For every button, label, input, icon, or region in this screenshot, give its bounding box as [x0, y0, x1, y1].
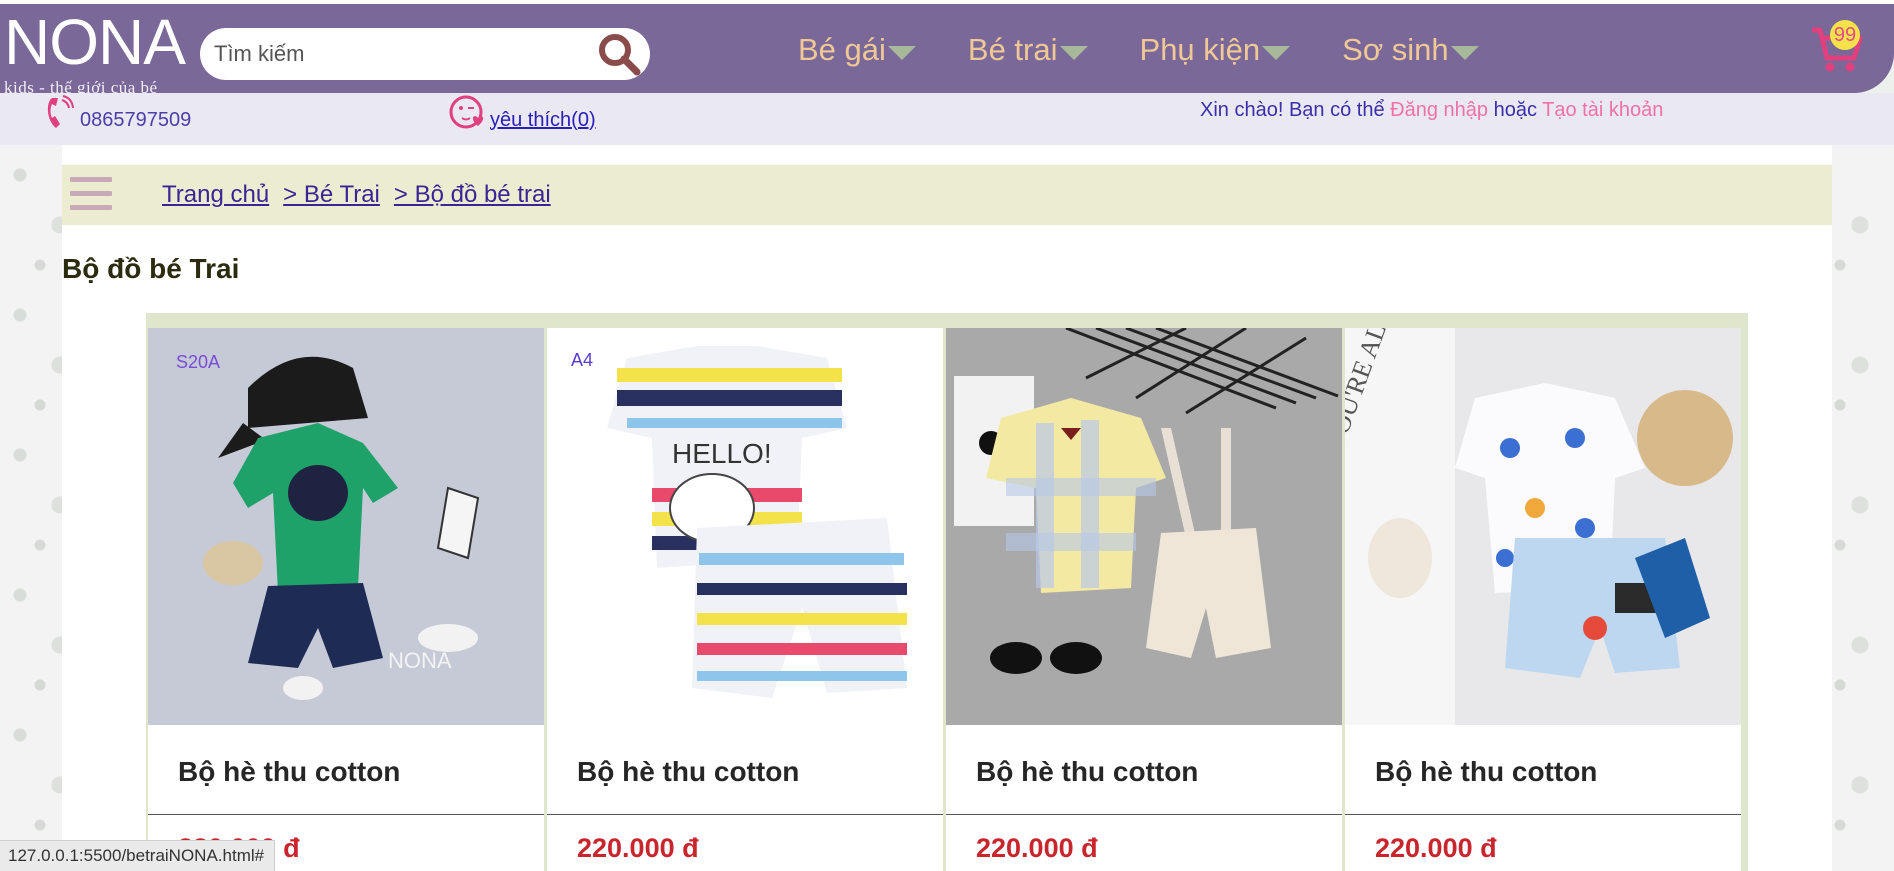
product-card[interactable]: A4 HELLO! Bộ hè thu cotton 220.000 đ: [547, 328, 943, 871]
logo-watermark: NONA: [388, 648, 452, 673]
nav-label: Phụ kiện: [1139, 32, 1261, 67]
product-price: 220.000 đ: [1375, 833, 1497, 863]
chevron-down-icon: [887, 46, 916, 60]
phone-icon: [47, 95, 74, 128]
product-image: [946, 328, 1342, 725]
product-name: Bộ hè thu cotton: [577, 756, 800, 787]
product-image: YOU'RE ALLOWED: [1345, 328, 1741, 725]
product-grid: S20A NONA Bộ hè thu cotton đ A4 HELLO! B…: [146, 313, 1748, 871]
product-name: Bộ hè thu cotton: [178, 756, 401, 787]
chevron-down-icon: [1262, 46, 1291, 60]
info-bar: 0865797509 yêu thích(0) Xin chào! Bạn có…: [0, 93, 1894, 145]
product-image: S20A NONA: [148, 328, 544, 725]
product-card[interactable]: S20A NONA Bộ hè thu cotton đ: [148, 328, 544, 871]
divider: [547, 814, 943, 815]
product-card[interactable]: YOU'RE ALLOWED: [1345, 328, 1741, 871]
product-image: A4 HELLO!: [547, 328, 943, 725]
nav-be-trai[interactable]: Bé trai: [968, 32, 1088, 68]
nav-label: Bé trai: [967, 32, 1058, 67]
favorites-link[interactable]: yêu thích(0): [490, 109, 596, 132]
phone-number: 0865797509: [80, 108, 192, 131]
product-name: Bộ hè thu cotton: [1375, 756, 1598, 787]
status-bar-url: 127.0.0.1:5500/betraiNONA.html#: [0, 840, 276, 871]
divider: [946, 814, 1342, 815]
cart-button[interactable]: 99: [1808, 20, 1868, 76]
product-card[interactable]: Bộ hè thu cotton 220.000 đ: [946, 328, 1342, 871]
nav-label: Bé gái: [798, 32, 886, 67]
product-price: 220.000 đ: [976, 833, 1098, 863]
nav-be-gai[interactable]: Bé gái: [798, 32, 916, 68]
search-icon: [599, 34, 641, 76]
greeting-or: hoặc: [1488, 99, 1543, 121]
main-content: Trang chủ > Bé Trai > Bộ đồ bé trai Bộ đ…: [62, 145, 1832, 871]
divider: [148, 814, 544, 815]
hamburger-menu-icon[interactable]: [70, 177, 112, 213]
product-name: Bộ hè thu cotton: [976, 756, 1199, 787]
chevron-down-icon: [1450, 46, 1479, 60]
breadcrumb: Trang chủ > Bé Trai > Bộ đồ bé trai: [162, 181, 565, 209]
search-input[interactable]: [214, 38, 584, 70]
nav-label: Sơ sinh: [1342, 32, 1449, 67]
breadcrumb-bar: Trang chủ > Bé Trai > Bộ đồ bé trai: [62, 165, 1832, 225]
search-box: [200, 28, 650, 80]
product-code: S20A: [176, 352, 220, 372]
product-code: A4: [571, 350, 593, 370]
nav-so-sinh[interactable]: Sơ sinh: [1342, 32, 1479, 68]
greeting-text: Xin chào! Bạn có thể: [1200, 99, 1391, 121]
main-nav: Bé gái Bé trai Phụ kiện Sơ sinh: [798, 32, 1531, 68]
divider: [1345, 814, 1741, 815]
heart-face-icon: [449, 95, 484, 129]
login-link[interactable]: Đăng nhập: [1390, 99, 1488, 121]
phone-contact[interactable]: 0865797509: [44, 93, 191, 133]
cart-count-badge: 99: [1830, 20, 1860, 50]
svg-text:HELLO!: HELLO!: [672, 438, 772, 469]
page-title: Bộ đồ bé Trai: [62, 253, 240, 284]
chevron-down-icon: [1059, 46, 1088, 60]
account-greeting: Xin chào! Bạn có thể Đăng nhập hoặc Tạo …: [1200, 99, 1663, 122]
nav-phu-kien[interactable]: Phụ kiện: [1140, 32, 1291, 68]
logo-title: NONA: [4, 6, 186, 78]
product-price: 220.000 đ: [577, 833, 699, 863]
search-button[interactable]: [594, 31, 644, 77]
breadcrumb-bo-do-be-trai[interactable]: > Bộ đồ bé trai: [394, 181, 551, 209]
favorites: yêu thích(0): [448, 93, 596, 133]
site-header: NONA kids - thế giới của bé Bé gái Bé tr…: [0, 0, 1894, 97]
breadcrumb-home[interactable]: Trang chủ: [162, 181, 269, 209]
breadcrumb-be-trai[interactable]: > Bé Trai: [283, 181, 380, 209]
logo[interactable]: NONA kids - thế giới của bé: [4, 6, 186, 97]
register-link[interactable]: Tạo tài khoản: [1542, 99, 1663, 121]
